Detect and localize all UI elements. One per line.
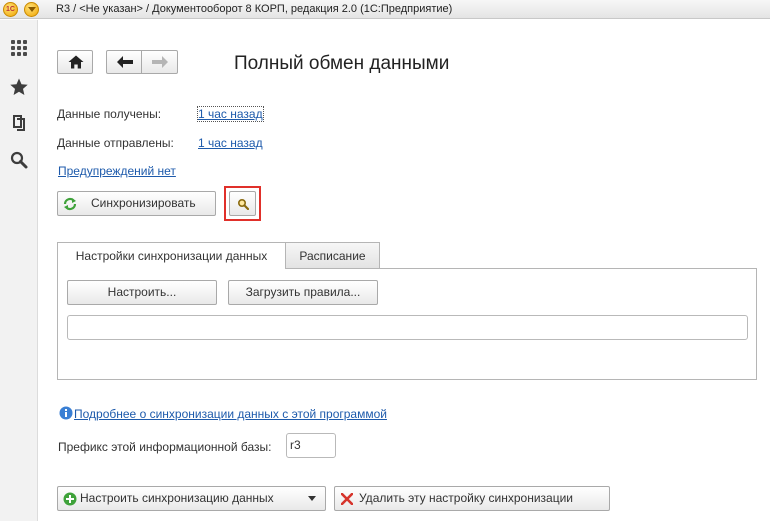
tab-panel: Настроить... Загрузить правила... [57,268,757,380]
sections-panel [0,20,38,521]
sync-info-field[interactable] [67,315,748,340]
magnifier-icon [237,198,249,210]
find-button[interactable] [229,191,256,216]
received-time-link[interactable]: 1 час назад [197,106,264,122]
warnings-link[interactable]: Предупреждений нет [58,164,176,178]
configure-button[interactable]: Настроить... [67,280,217,305]
favorites-star-icon[interactable] [9,77,29,97]
sync-button[interactable]: Синхронизировать [57,191,216,216]
home-button[interactable] [57,50,93,74]
app-logo-icon[interactable]: 1С [3,2,18,17]
sync-icon [63,197,77,211]
settings-tabs: Настройки синхронизации данных Расписани… [57,242,757,380]
window-title: R3 / <Не указан> / Документооборот 8 КОР… [56,3,453,15]
sent-label: Данные отправлены: [57,136,174,150]
page-title: Полный обмен данными [234,53,450,74]
arrow-right-icon [152,56,168,68]
setup-sync-dropdown-button[interactable]: Настроить синхронизацию данных [57,486,326,511]
apps-grid-icon[interactable] [9,38,29,58]
prefix-label: Префикс этой информационной базы: [58,440,272,454]
sync-button-label: Синхронизировать [91,196,196,210]
back-button[interactable] [106,50,142,74]
tab-sync-settings[interactable]: Настройки синхронизации данных [57,242,286,269]
home-icon [68,55,84,69]
history-icon[interactable] [9,113,29,133]
setup-sync-label: Настроить синхронизацию данных [80,491,274,505]
search-icon[interactable] [9,150,29,170]
chevron-down-icon [28,7,36,12]
chevron-down-icon [308,496,316,501]
tab-schedule[interactable]: Расписание [285,242,380,269]
forward-button[interactable] [141,50,178,74]
title-bar: 1С R3 / <Не указан> / Документооборот 8 … [0,0,770,19]
arrow-left-icon [117,56,133,68]
delete-icon [341,493,353,505]
delete-setting-button[interactable]: Удалить эту настройку синхронизации [334,486,610,511]
sent-time-link[interactable]: 1 час назад [198,136,263,150]
main-menu-button[interactable] [24,2,39,17]
more-info-link[interactable]: Подробнее о синхронизации данных с этой … [74,407,387,421]
add-icon [63,492,77,506]
info-icon [59,406,73,420]
load-rules-button[interactable]: Загрузить правила... [228,280,378,305]
prefix-field[interactable]: r3 [286,433,336,458]
received-label: Данные получены: [57,107,162,121]
main-content: Полный обмен данными Данные получены: 1 … [38,20,770,521]
delete-setting-label: Удалить эту настройку синхронизации [359,491,574,505]
